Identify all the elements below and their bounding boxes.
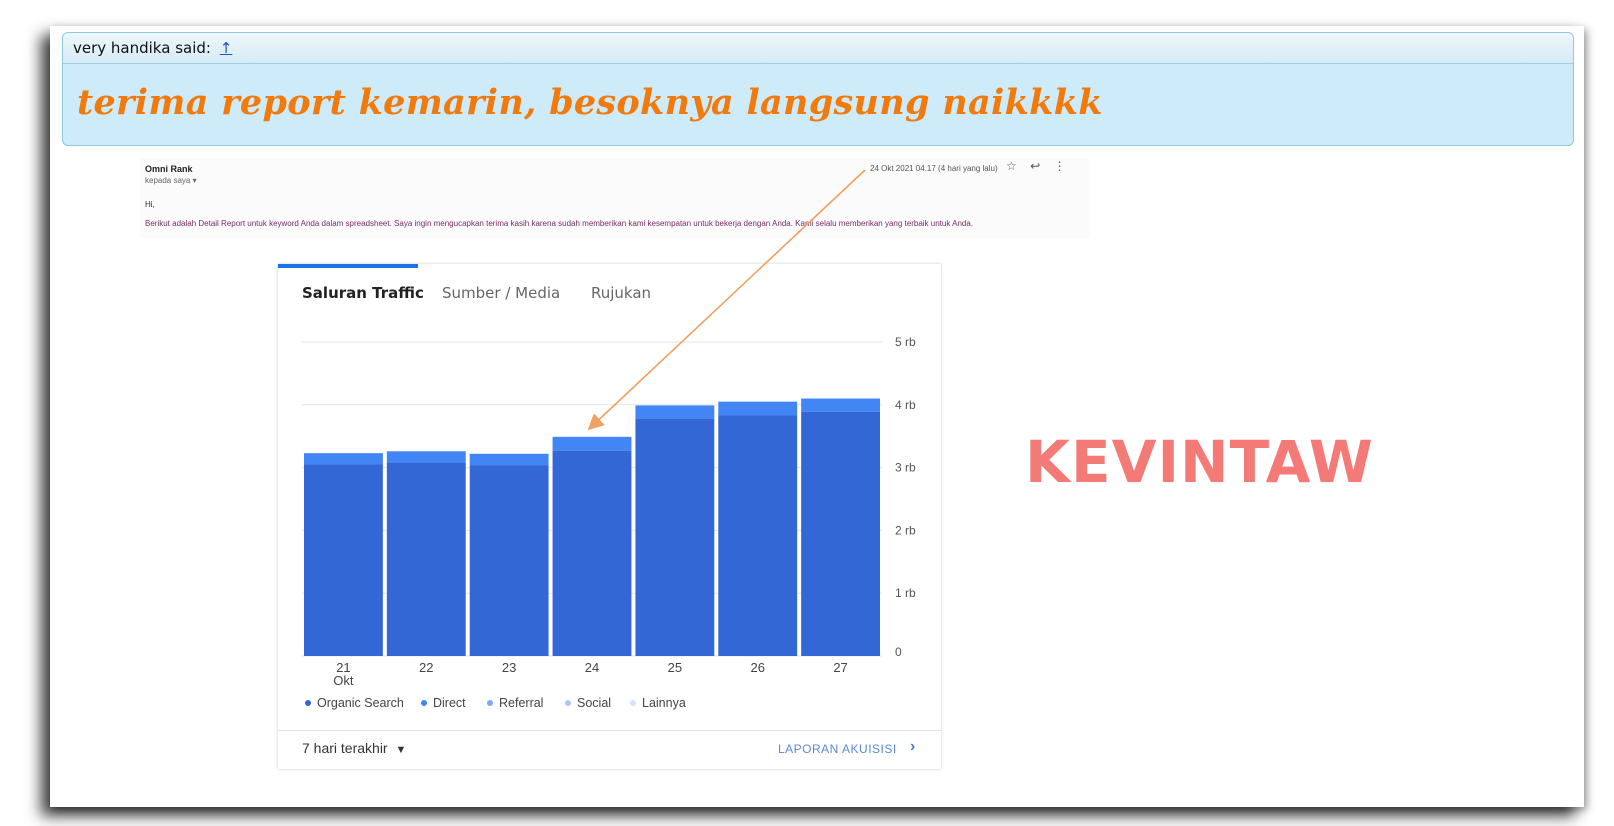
bar-organic-search <box>718 415 798 656</box>
y-tick-label: 4 rb <box>895 398 916 412</box>
email-recipient: kepada saya ▾ <box>145 176 197 185</box>
date-range-dropdown[interactable]: 7 hari terakhir ▼ <box>302 740 406 756</box>
more-vert-icon[interactable]: ⋮ <box>1054 159 1066 173</box>
forum-quote: very handika said: ↑ terima report kemar… <box>62 32 1574 146</box>
bar-direct <box>304 453 383 465</box>
acquisition-report-link[interactable]: LAPORAN AKUISISI <box>778 742 897 756</box>
x-tick-label: 22 <box>419 660 433 675</box>
email-actions: ☆ ↩ ⋮ <box>1006 159 1076 173</box>
y-tick-label: 1 rb <box>895 586 916 600</box>
bar-direct <box>386 451 466 463</box>
bar-organic-search <box>304 464 383 656</box>
date-range-label: 7 hari terakhir <box>302 740 388 756</box>
watermark: KEVINTAW <box>1025 428 1374 496</box>
traffic-bar-chart: 01 rb2 rb3 rb4 rb5 rb21Okt22 23 24 25 26 27Or… <box>302 335 916 710</box>
legend-swatch <box>421 700 427 706</box>
bar-direct <box>469 453 549 466</box>
bar-direct <box>635 405 715 419</box>
email-date: 24 Okt 2021 04.17 (4 hari yang lalu) <box>870 164 998 173</box>
x-tick-label: 26 <box>750 660 764 675</box>
quote-header: very handika said: ↑ <box>63 33 1573 64</box>
bar-direct <box>801 398 880 412</box>
x-tick-label: 23 <box>502 660 516 675</box>
bar-direct <box>718 401 798 416</box>
legend-swatch <box>565 700 571 706</box>
bar-organic-search <box>552 450 632 656</box>
bar-organic-search <box>801 411 880 656</box>
email-screenshot: Omni Rank kepada saya ▾ Hi, Berikut adal… <box>140 158 1090 238</box>
legend-label: Social <box>577 696 611 710</box>
email-sender: Omni Rank <box>145 164 193 174</box>
y-tick-label: 2 rb <box>895 523 916 537</box>
chevron-right-icon[interactable]: › <box>910 738 915 756</box>
email-body: Berikut adalah Detail Report untuk keywo… <box>145 219 974 228</box>
legend-label: Direct <box>433 696 466 710</box>
bar-organic-search <box>469 465 549 656</box>
legend-label: Organic Search <box>317 696 404 710</box>
star-icon[interactable]: ☆ <box>1006 159 1017 173</box>
legend-label: Referral <box>499 696 543 710</box>
jump-to-post-arrow-icon[interactable]: ↑ <box>220 39 233 57</box>
legend-label: Lainnya <box>642 696 686 710</box>
y-tick-label: 0 <box>895 645 902 659</box>
x-tick-label: 27 <box>833 660 847 675</box>
y-tick-label: 5 rb <box>895 335 916 349</box>
bar-organic-search <box>635 418 715 656</box>
caret-down-icon: ▼ <box>395 744 407 756</box>
x-tick-label: 24 <box>585 660 599 675</box>
quote-author: very handika said: <box>73 39 211 57</box>
email-greeting: Hi, <box>145 200 155 209</box>
x-tick-sublabel: Okt <box>333 673 354 688</box>
analytics-card: Saluran Traffic Sumber / Media Rujukan 0… <box>278 264 941 769</box>
legend-swatch <box>487 700 493 706</box>
reply-icon[interactable]: ↩ <box>1030 159 1040 173</box>
quote-message: terima report kemarin, besoknya langsung… <box>77 82 1103 123</box>
bar-direct <box>552 436 632 451</box>
y-tick-label: 3 rb <box>895 461 916 475</box>
x-tick-label: 25 <box>668 660 682 675</box>
footer-divider <box>278 730 941 731</box>
legend-swatch <box>630 700 636 706</box>
bar-organic-search <box>386 462 466 656</box>
page-card: very handika said: ↑ terima report kemar… <box>50 26 1584 807</box>
legend-swatch <box>305 700 311 706</box>
